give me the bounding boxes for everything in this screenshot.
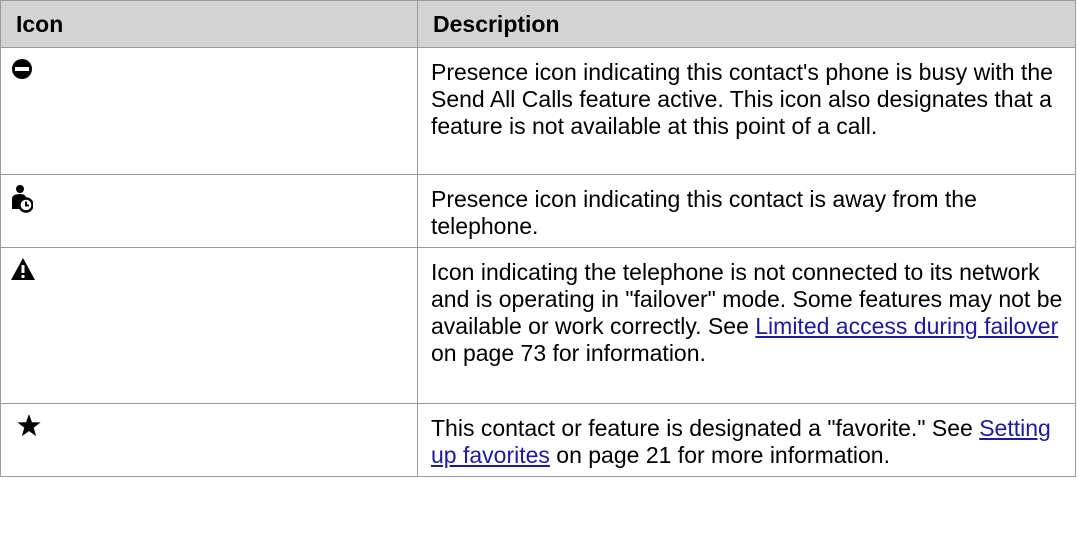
busy-presence-icon: [11, 58, 43, 90]
away-presence-icon: [11, 185, 43, 217]
description-text-after-link: on page 73 for information.: [431, 340, 706, 366]
table-header-row: Icon Description: [0, 0, 1076, 48]
description-cell: Icon indicating the telephone is not con…: [417, 247, 1076, 404]
description-text: Presence icon indicating this contact is…: [431, 186, 977, 239]
limited-access-during-failover-link[interactable]: Limited access during failover: [755, 313, 1058, 339]
table-row: This contact or feature is designated a …: [0, 403, 1076, 477]
icon-cell: [0, 174, 418, 248]
description-text-after-link: on page 21 for more information.: [549, 442, 890, 468]
table-row: Presence icon indicating this contact's …: [0, 47, 1076, 175]
icon-cell: [0, 47, 418, 175]
description-text-before-link: This contact or feature is designated a …: [431, 415, 980, 441]
description-column-header: Description: [417, 0, 1076, 48]
description-text: Presence icon indicating this contact's …: [431, 59, 1053, 139]
icon-column-header: Icon: [0, 0, 418, 48]
icon-description-table: Icon Description Presence icon indicatin…: [0, 0, 1076, 477]
description-cell: Presence icon indicating this contact is…: [417, 174, 1076, 248]
icon-cell: [0, 247, 418, 404]
favorite-star-icon: [17, 414, 49, 446]
table-row: Presence icon indicating this contact is…: [0, 174, 1076, 248]
description-cell: This contact or feature is designated a …: [417, 403, 1076, 477]
description-cell: Presence icon indicating this contact's …: [417, 47, 1076, 175]
table-row: Icon indicating the telephone is not con…: [0, 247, 1076, 404]
icon-cell: [0, 403, 418, 477]
warning-triangle-icon: [11, 258, 43, 290]
